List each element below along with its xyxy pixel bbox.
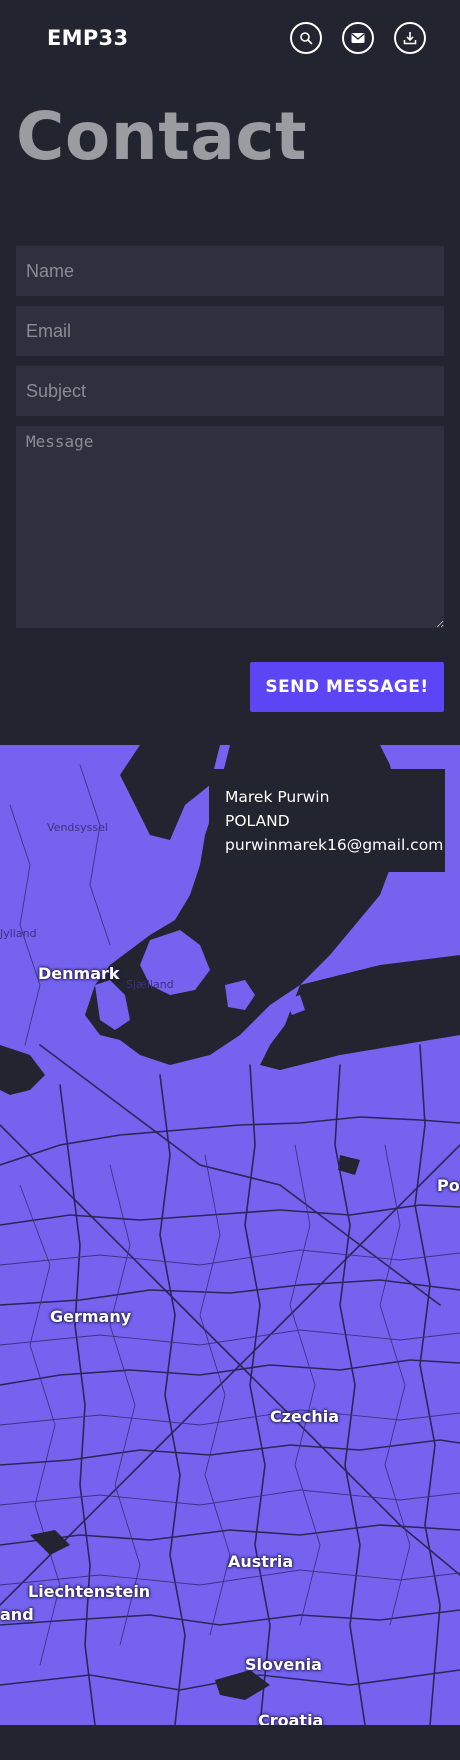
name-field[interactable] <box>16 246 444 296</box>
map-label-poland: Po <box>437 1176 460 1195</box>
map-label-slovenia: Slovenia <box>245 1655 322 1674</box>
map-label-liechtenstein: Liechtenstein <box>28 1582 151 1601</box>
map-label-vendsyssel: Vendsyssel <box>47 821 108 834</box>
subject-field[interactable] <box>16 366 444 416</box>
map-label-sjaelland: Sjælland <box>126 978 174 991</box>
map-info-window: Marek Purwin POLAND purwinmarek16@gmail.… <box>209 769 445 872</box>
map-label-czechia: Czechia <box>270 1407 340 1426</box>
top-navbar: EMP33 <box>0 0 460 80</box>
contact-page: EMP33 Contact SEND MESSA <box>0 0 460 1760</box>
map-label-austria: Austria <box>228 1552 294 1571</box>
download-icon <box>403 32 417 45</box>
map-label-denmark: Denmark <box>38 964 120 983</box>
info-name: Marek Purwin <box>225 788 330 806</box>
search-button[interactable] <box>290 22 322 54</box>
search-icon <box>300 32 313 45</box>
mail-button[interactable] <box>342 22 374 54</box>
message-field[interactable] <box>16 426 444 628</box>
info-email[interactable]: purwinmarek16@gmail.com <box>225 833 445 857</box>
send-message-button[interactable]: SEND MESSAGE! <box>250 662 444 712</box>
info-country: POLAND <box>225 812 290 830</box>
email-field[interactable] <box>16 306 444 356</box>
map-label-croatia: Croatia <box>258 1711 324 1725</box>
page-title: Contact <box>16 98 308 175</box>
brand-logo[interactable]: EMP33 <box>47 26 128 50</box>
map-label-switzerland: and <box>0 1605 34 1624</box>
download-button[interactable] <box>394 22 426 54</box>
map-label-jylland: Jylland <box>0 927 37 940</box>
map-label-germany: Germany <box>50 1307 132 1326</box>
footer <box>0 1725 460 1760</box>
map-terrain <box>0 745 460 1725</box>
mail-icon <box>351 33 365 43</box>
location-map[interactable]: Vendsyssel Jylland Sjælland Denmark Germ… <box>0 745 460 1725</box>
